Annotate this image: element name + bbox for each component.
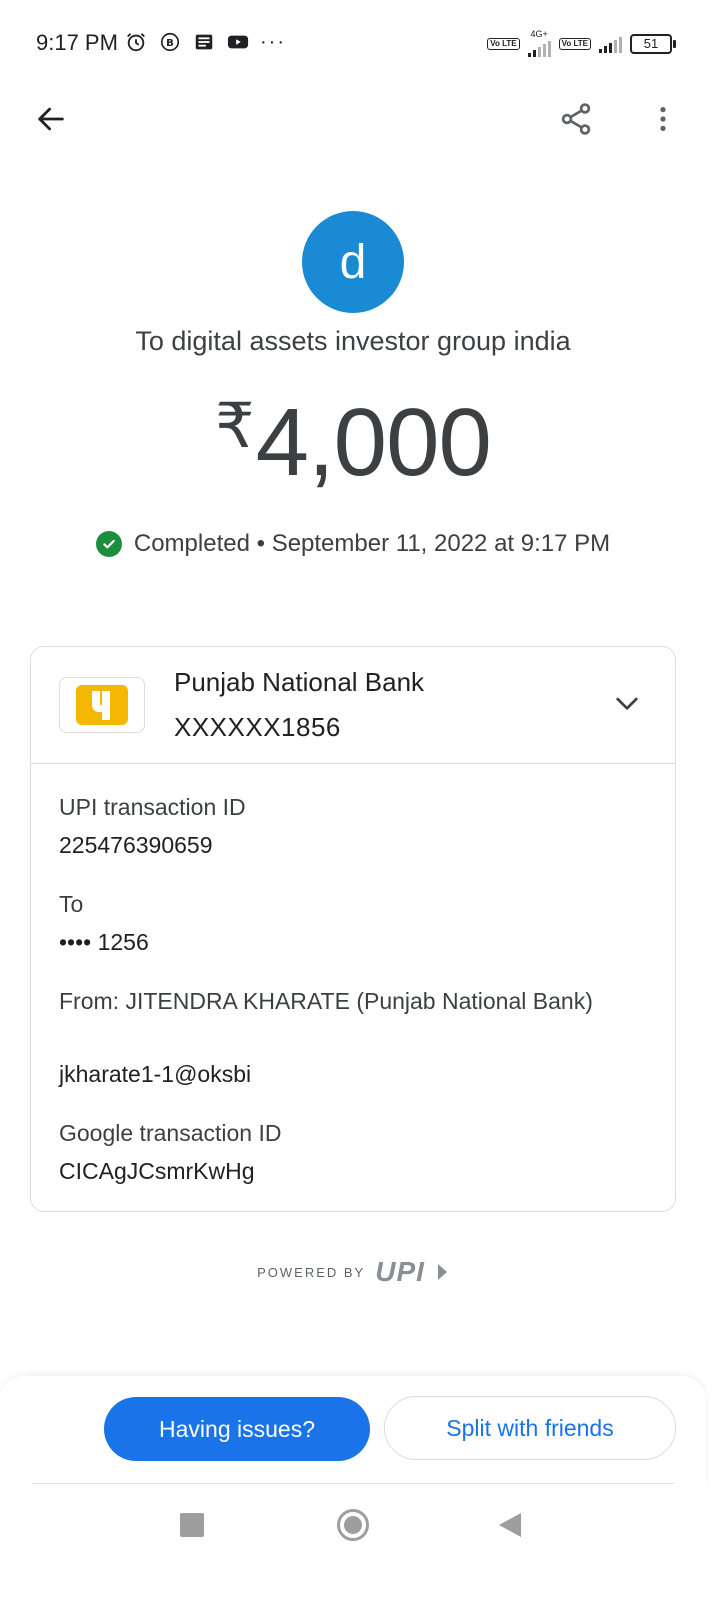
- transaction-status: Completed • September 11, 2022 at 9:17 P…: [0, 530, 706, 558]
- upi-transaction-id-value: 225476390659: [59, 832, 213, 858]
- status-system-icons: Vo LTE 4G+ Vo LTE 51: [487, 29, 676, 57]
- b-app-icon: B: [158, 30, 182, 54]
- from-value: jkharate1-1@oksbi: [59, 1061, 252, 1087]
- home-nav-button[interactable]: [337, 1509, 369, 1541]
- share-icon: [561, 103, 591, 135]
- volte-sim1-icon: Vo LTE: [487, 37, 520, 50]
- upi-logo: UPI: [375, 1256, 425, 1287]
- from-label: From: JITENDRA KHARATE (Punjab National …: [59, 988, 593, 1014]
- to-label: To: [59, 891, 84, 917]
- transaction-datetime: September 11, 2022 at 9:17 PM: [271, 530, 611, 557]
- more-notifications-icon: ···: [260, 30, 286, 53]
- svg-text:B: B: [166, 38, 174, 49]
- alarm-icon: [124, 30, 148, 54]
- pnb-logo-icon: [76, 685, 128, 725]
- payee-line: To digital assets investor group india: [135, 326, 571, 356]
- bank-account-number: XXXXXX1856: [174, 712, 341, 742]
- powered-by-upi: POWERED BY UPI: [0, 1256, 706, 1288]
- signal-bars-icon: [599, 35, 622, 53]
- bank-account-row[interactable]: Punjab National Bank XXXXXX1856: [31, 647, 675, 764]
- volte-sim2-icon: Vo LTE: [558, 37, 591, 50]
- share-button[interactable]: [553, 96, 599, 142]
- payee-avatar: d: [302, 211, 404, 313]
- status-notification-icons: B ···: [124, 30, 286, 54]
- youtube-icon: [226, 30, 250, 54]
- bank-logo: [59, 677, 145, 733]
- expand-button[interactable]: [609, 685, 645, 721]
- chevron-down-icon: [616, 697, 638, 710]
- more-vert-icon: [660, 107, 666, 131]
- having-issues-button[interactable]: Having issues?: [104, 1397, 370, 1461]
- arrow-left-icon: [38, 107, 64, 131]
- check-circle-icon: [95, 531, 122, 557]
- status-text: Completed: [133, 530, 250, 557]
- recents-nav-button[interactable]: [180, 1513, 204, 1537]
- google-transaction-id-value: CICAgJCsmrKwHg: [59, 1158, 255, 1184]
- bank-name: Punjab National Bank: [174, 667, 425, 697]
- home-circle-icon: [344, 1516, 362, 1534]
- battery-icon: 51: [630, 33, 676, 54]
- back-button[interactable]: [28, 96, 74, 142]
- network-type-label: 4G+: [530, 29, 548, 39]
- signal-sim1: 4G+: [527, 29, 551, 57]
- amount: ₹4,000: [0, 388, 706, 498]
- split-with-friends-button[interactable]: Split with friends: [384, 1396, 676, 1460]
- overflow-menu-button[interactable]: [640, 96, 686, 142]
- amount-value: 4,000: [255, 389, 492, 496]
- powered-by-label: POWERED BY: [257, 1264, 366, 1280]
- divider: [32, 1483, 674, 1484]
- status-separator: •: [249, 530, 272, 557]
- upi-arrow-icon: [437, 1264, 447, 1280]
- to-value: •••• 1256: [59, 929, 149, 955]
- news-icon: [192, 30, 216, 54]
- signal-bars-icon: [527, 39, 551, 57]
- back-nav-button[interactable]: [499, 1513, 521, 1537]
- google-transaction-id-label: Google transaction ID: [59, 1120, 282, 1146]
- status-time: 9:17 PM: [36, 30, 118, 55]
- currency-symbol: ₹: [215, 392, 254, 461]
- transaction-details-card: Punjab National Bank XXXXXX1856 UPI tran…: [30, 646, 676, 1212]
- upi-transaction-id-label: UPI transaction ID: [59, 794, 246, 820]
